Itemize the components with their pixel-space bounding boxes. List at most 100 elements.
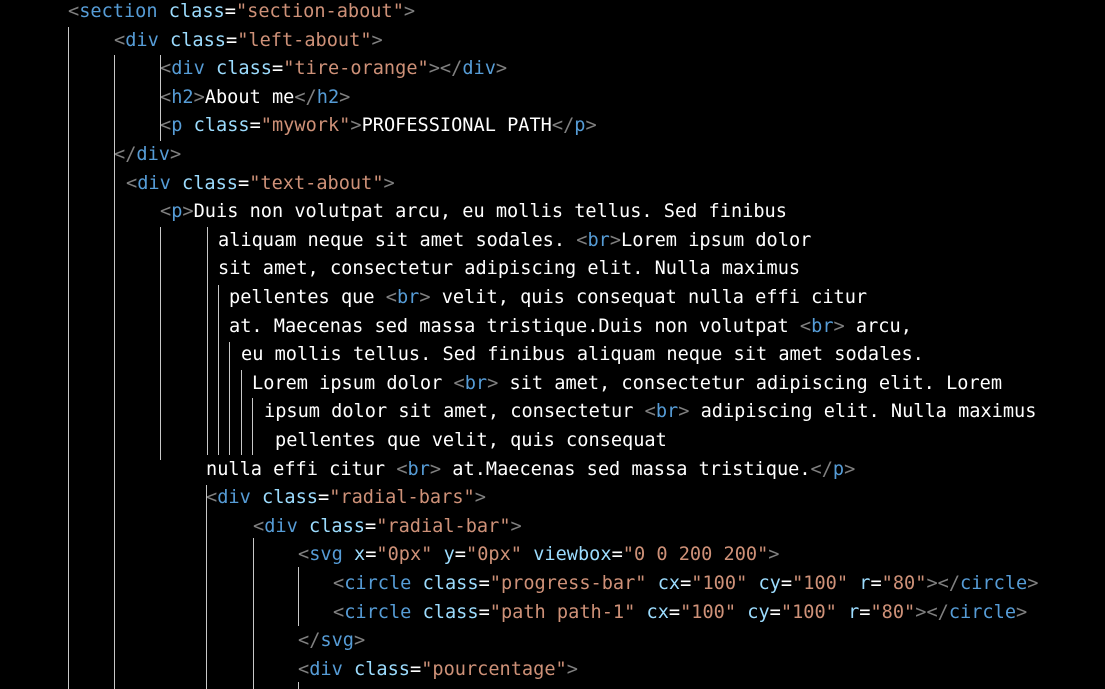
code-editor[interactable]: <section class="section-about"> <div clas… — [0, 0, 1105, 689]
code-token-str: "text-about" — [249, 172, 384, 194]
code-line[interactable]: <p class="mywork">PROFESSIONAL PATH</p> — [160, 112, 597, 140]
code-token-str: "radial-bars" — [329, 487, 475, 509]
code-token-text: adipiscing elit. Nulla maximus — [689, 401, 1037, 423]
code-line[interactable]: <p>Duis non volutpat arcu, eu mollis tel… — [160, 198, 787, 226]
code-line[interactable]: aliquam neque sit amet sodales. <br>Lore… — [218, 227, 811, 255]
code-line[interactable]: <div class="radial-bars"> — [206, 484, 486, 512]
code-token-punct: < — [644, 401, 656, 423]
code-token-text: = — [224, 1, 236, 22]
code-token-text: = — [478, 573, 490, 594]
code-token-text: = — [680, 573, 692, 594]
indent-guide — [252, 398, 253, 455]
code-token-str: "100" — [680, 601, 737, 623]
code-line[interactable]: nulla effi citur <br> at.Maecenas sed ma… — [206, 456, 855, 484]
code-token-tag: circle — [344, 573, 412, 594]
code-token-str: "0 0 200 200" — [622, 544, 769, 566]
code-line[interactable]: <div class="radial-bar"> — [253, 513, 522, 541]
code-token-text: = — [780, 573, 793, 594]
code-line[interactable]: <svg x="0px" y="0px" viewbox="0 0 200 20… — [298, 541, 780, 569]
code-token-punct: < — [253, 515, 265, 537]
code-line[interactable]: sit amet, consectetur adipiscing elit. N… — [218, 255, 800, 283]
code-token-text: pellentes que velit, quis consequat — [275, 430, 667, 451]
code-token-punct: > — [487, 372, 499, 394]
code-token-attr: class — [193, 115, 250, 137]
code-token-tag: h2 — [316, 86, 340, 108]
code-line[interactable]: Lorem ipsum dolor <br> sit amet, consect… — [252, 370, 1002, 398]
code-token-text: velit, quis consequat nulla effi citur — [430, 287, 868, 308]
code-line[interactable]: </svg> — [298, 627, 365, 655]
code-token-punct: > — [339, 86, 351, 108]
code-token-str: "100" — [780, 601, 837, 623]
code-token-punct: > — [768, 544, 780, 566]
code-line[interactable]: <div class="left-about"> — [114, 27, 383, 55]
code-token-punct: < — [160, 201, 172, 223]
code-token-punct: < — [114, 29, 126, 51]
code-token-text: About me — [204, 86, 295, 108]
code-token-punct: </ — [551, 115, 575, 137]
code-token-str: "tire-orange" — [283, 58, 429, 80]
code-token-text: = — [364, 515, 377, 537]
code-token-attr: cy — [747, 601, 770, 623]
code-token-punct: > — [495, 58, 508, 80]
code-line[interactable]: <circle class="progress-bar" cx="100" cy… — [333, 570, 1038, 598]
code-line[interactable]: <div class="tire-orange"></div> — [160, 55, 507, 83]
code-token-punct: < — [799, 315, 812, 337]
code-line[interactable]: <h2>About me</h2> — [160, 84, 350, 112]
code-token-punct: < — [298, 544, 310, 566]
code-token-punct: > — [169, 144, 182, 165]
code-token-punct: < — [298, 658, 310, 680]
code-token-text: Lorem ipsum dolor — [621, 229, 812, 251]
code-line[interactable]: <div class="text-about"> — [126, 170, 395, 198]
code-line[interactable]: pellentes que velit, quis consequat — [275, 427, 667, 455]
code-token-tag: p — [171, 115, 183, 137]
code-token-str: "section-about" — [235, 1, 404, 22]
code-token-punct: < — [160, 115, 172, 137]
code-line[interactable]: <section class="section-about"> — [68, 0, 415, 26]
code-token-attr: y — [443, 544, 455, 566]
code-token-punct: > — [193, 86, 205, 108]
code-token-punct: > — [1016, 601, 1028, 623]
code-token-str: "left-about" — [237, 29, 372, 51]
code-token-str: "mywork" — [260, 115, 351, 137]
code-token-attr: cx — [657, 573, 681, 594]
code-token-str: "0px" — [466, 544, 522, 566]
code-line[interactable]: <div class="pourcentage"> — [298, 656, 578, 684]
code-token-punct: < — [160, 58, 172, 80]
code-token-punct: </ — [114, 144, 137, 165]
code-token-punct: > — [566, 658, 578, 680]
code-token-str: "0px" — [376, 544, 433, 566]
code-token-text: Lorem ipsum dolor — [252, 372, 454, 394]
code-token-punct: > — [182, 201, 194, 223]
code-token-text: = — [870, 573, 882, 594]
code-line[interactable]: eu mollis tellus. Sed finibus aliquam ne… — [241, 341, 924, 369]
code-token-str: "80" — [870, 601, 916, 623]
code-token-text: PROFESSIONAL PATH — [361, 115, 552, 137]
code-line[interactable]: <circle class="path path-1" cx="100" cy=… — [333, 599, 1027, 627]
indent-guide — [298, 682, 299, 689]
code-token-str: "pourcentage" — [421, 658, 567, 680]
indent-guide — [229, 342, 230, 455]
code-token-tag: br — [655, 401, 679, 423]
code-token-punct: > — [371, 29, 383, 51]
code-token-tag: br — [587, 229, 610, 251]
code-token-tag: br — [407, 458, 430, 480]
code-token-str: "80" — [881, 573, 927, 594]
code-line[interactable]: pellentes que <br> velit, quis consequat… — [229, 284, 867, 312]
code-token-text: = — [454, 544, 466, 566]
code-line[interactable]: </div> — [114, 141, 181, 169]
code-token-text: = — [668, 601, 681, 623]
code-token-tag: p — [574, 115, 586, 137]
code-token-tag: br — [464, 372, 488, 394]
code-token-tag: svg — [320, 630, 354, 652]
code-token-punct: > — [474, 487, 486, 509]
code-token-tag: p — [832, 458, 845, 480]
code-line[interactable]: at. Maecenas sed massa tristique.Duis no… — [229, 313, 912, 341]
code-line[interactable]: ipsum dolor sit amet, consectetur <br> a… — [264, 398, 1036, 426]
code-token-punct: < — [126, 172, 138, 194]
code-token-tag: div — [137, 172, 171, 194]
